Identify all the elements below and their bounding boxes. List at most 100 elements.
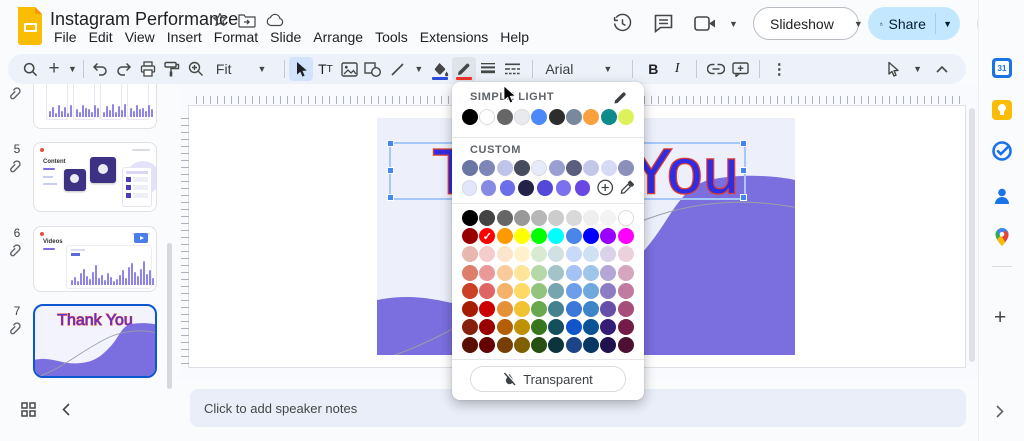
transparent-button[interactable]: Transparent bbox=[470, 366, 626, 392]
palette-color-dd7e6b[interactable] bbox=[462, 265, 478, 281]
slideshow-button[interactable]: Slideshow ▼ bbox=[753, 7, 859, 40]
selection-handle[interactable] bbox=[387, 167, 394, 174]
custom-color-6[interactable] bbox=[566, 160, 582, 176]
bold-button[interactable]: B bbox=[641, 57, 665, 81]
slide-thumbnail-6[interactable]: Videos bbox=[33, 226, 157, 292]
custom-color-b-6[interactable] bbox=[575, 180, 590, 196]
palette-color-9fc5e8[interactable] bbox=[583, 265, 599, 281]
palette-color-f9cb9c[interactable] bbox=[497, 265, 513, 281]
custom-color-3[interactable] bbox=[514, 160, 530, 176]
palette-color-e06666[interactable] bbox=[479, 283, 495, 299]
palette-color-0b5394[interactable] bbox=[583, 319, 599, 335]
menu-view[interactable]: View bbox=[119, 28, 161, 46]
edit-theme-colors-icon[interactable] bbox=[613, 90, 628, 105]
palette-color-a4c2f4[interactable] bbox=[566, 265, 582, 281]
menu-edit[interactable]: Edit bbox=[83, 28, 119, 46]
insert-image-tool[interactable] bbox=[337, 57, 361, 81]
maps-icon[interactable] bbox=[992, 227, 1012, 247]
add-addon-button[interactable]: + bbox=[994, 306, 1006, 330]
collapse-toolbar-button[interactable] bbox=[930, 57, 954, 81]
custom-color-8[interactable] bbox=[601, 160, 617, 176]
palette-color-c27ba0[interactable] bbox=[618, 283, 634, 299]
palette-color-5b0f00[interactable] bbox=[462, 337, 478, 353]
zoom-level[interactable]: Fit bbox=[208, 57, 236, 81]
palette-color-a2c4c9[interactable] bbox=[548, 265, 564, 281]
menu-slide[interactable]: Slide bbox=[264, 28, 307, 46]
insert-shape-tool[interactable] bbox=[361, 57, 385, 81]
border-dash-tool[interactable] bbox=[500, 57, 524, 81]
palette-color-ffff00[interactable] bbox=[514, 228, 530, 244]
palette-color-a64d79[interactable] bbox=[618, 301, 634, 317]
custom-color-4[interactable] bbox=[531, 160, 547, 176]
custom-color-7[interactable] bbox=[583, 160, 599, 176]
slides-logo[interactable] bbox=[16, 7, 44, 45]
more-options-button[interactable]: ⋮ bbox=[767, 57, 791, 81]
theme-color-5[interactable] bbox=[549, 109, 565, 125]
theme-color-6[interactable] bbox=[566, 109, 582, 125]
palette-color-3d85c6[interactable] bbox=[583, 301, 599, 317]
palette-color-cc4125[interactable] bbox=[462, 283, 478, 299]
slideshow-dropdown-caret[interactable]: ▼ bbox=[846, 19, 871, 29]
palette-color-e69138[interactable] bbox=[497, 301, 513, 317]
palette-color-00ffff[interactable] bbox=[548, 228, 564, 244]
palette-color-d0e0e3[interactable] bbox=[548, 246, 564, 262]
custom-color-0[interactable] bbox=[462, 160, 478, 176]
palette-color-f3f3f3[interactable] bbox=[600, 210, 616, 226]
palette-color-f6b26b[interactable] bbox=[497, 283, 513, 299]
comments-icon[interactable] bbox=[653, 13, 674, 34]
custom-color-1[interactable] bbox=[479, 160, 495, 176]
palette-color-ffffff[interactable] bbox=[618, 210, 634, 226]
theme-color-0[interactable] bbox=[462, 109, 478, 125]
camera-dropdown-caret[interactable]: ▼ bbox=[721, 19, 746, 29]
undo-button[interactable] bbox=[88, 57, 112, 81]
theme-color-2[interactable] bbox=[497, 109, 513, 125]
palette-color-1155cc[interactable] bbox=[566, 319, 582, 335]
text-box-tool[interactable]: TT bbox=[313, 57, 337, 81]
palette-color-f1c232[interactable] bbox=[514, 301, 530, 317]
palette-color-073763[interactable] bbox=[583, 337, 599, 353]
slide-thumbnail-7-selected[interactable]: Thank You bbox=[33, 304, 157, 378]
palette-color-7f6000[interactable] bbox=[514, 337, 530, 353]
fill-color-tool[interactable] bbox=[428, 57, 452, 81]
palette-color-990000[interactable] bbox=[479, 319, 495, 335]
palette-color-999999[interactable] bbox=[514, 210, 530, 226]
menu-extensions[interactable]: Extensions bbox=[414, 28, 494, 46]
filmstrip-scrollbar[interactable] bbox=[167, 243, 172, 389]
theme-color-1[interactable] bbox=[479, 109, 495, 125]
zoom-caret[interactable]: ▼ bbox=[235, 64, 280, 74]
share-dropdown-caret[interactable]: ▼ bbox=[935, 19, 960, 29]
palette-color-ead1dc[interactable] bbox=[618, 246, 634, 262]
palette-color-c9daf8[interactable] bbox=[566, 246, 582, 262]
palette-color-6aa84f[interactable] bbox=[531, 301, 547, 317]
slide-thumbnail-4[interactable] bbox=[33, 84, 157, 129]
custom-color-b-0[interactable] bbox=[462, 180, 477, 196]
palette-color-0000ff[interactable] bbox=[583, 228, 599, 244]
palette-color-20124d[interactable] bbox=[600, 337, 616, 353]
palette-color-ff0000[interactable]: ✓ bbox=[479, 228, 495, 244]
palette-color-45818e[interactable] bbox=[548, 301, 564, 317]
palette-color-8e7cc3[interactable] bbox=[600, 283, 616, 299]
custom-color-b-3[interactable] bbox=[518, 180, 533, 196]
palette-color-ea9999[interactable] bbox=[479, 265, 495, 281]
theme-color-9[interactable] bbox=[618, 109, 634, 125]
palette-color-ffd966[interactable] bbox=[514, 283, 530, 299]
palette-color-f4cccc[interactable] bbox=[479, 246, 495, 262]
menu-format[interactable]: Format bbox=[208, 28, 264, 46]
selection-handle[interactable] bbox=[740, 140, 747, 147]
palette-color-cccccc[interactable] bbox=[548, 210, 564, 226]
palette-color-00ff00[interactable] bbox=[531, 228, 547, 244]
palette-color-fff2cc[interactable] bbox=[514, 246, 530, 262]
theme-color-4[interactable] bbox=[531, 109, 547, 125]
custom-color-9[interactable] bbox=[618, 160, 634, 176]
palette-color-38761d[interactable] bbox=[531, 319, 547, 335]
custom-color-b-4[interactable] bbox=[537, 180, 552, 196]
custom-color-b-1[interactable] bbox=[481, 180, 496, 196]
palette-color-434343[interactable] bbox=[479, 210, 495, 226]
font-family-select[interactable]: Arial bbox=[541, 57, 577, 81]
collapse-filmstrip-button[interactable] bbox=[62, 403, 70, 416]
palette-color-0c343d[interactable] bbox=[548, 337, 564, 353]
contacts-icon[interactable] bbox=[992, 186, 1012, 206]
slide-thumbnail-5[interactable]: Content bbox=[33, 142, 157, 212]
palette-color-6fa8dc[interactable] bbox=[583, 283, 599, 299]
line-caret[interactable]: ▼ bbox=[409, 64, 428, 74]
